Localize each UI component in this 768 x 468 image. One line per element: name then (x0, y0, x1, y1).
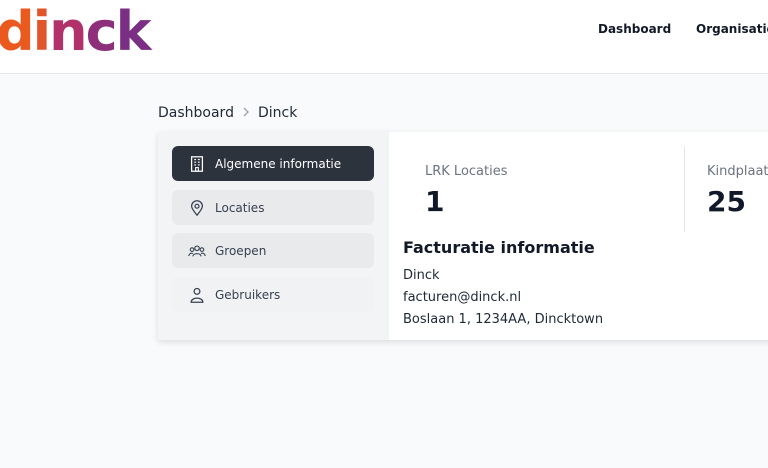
billing-address: Boslaan 1, 1234AA, Dincktown (403, 312, 604, 327)
billing-title: Facturatie informatie (403, 238, 595, 257)
breadcrumb-current: Dinck (257, 105, 298, 121)
stat-kindplaatsen: Kindplaat 25 (707, 164, 768, 218)
map-pin-icon (187, 198, 207, 218)
stat-label: LRK Locaties (425, 164, 508, 179)
nav-organisatie[interactable]: Organisatie (696, 22, 768, 36)
sidebar-item-groepen[interactable]: Groepen (172, 233, 374, 268)
logo-letter: k (115, 0, 152, 63)
billing-name: Dinck (403, 268, 440, 283)
sidebar-item-locaties[interactable]: Locaties (172, 190, 374, 225)
logo-letter: d (0, 0, 35, 63)
building-icon (187, 154, 207, 174)
billing-info: Facturatie informatie Dinck facturen@din… (403, 238, 603, 331)
user-icon (187, 285, 207, 305)
breadcrumb: Dashboard Dinck (158, 105, 297, 121)
logo-letter: i (32, 0, 51, 63)
sidebar-item-label: Gebruikers (215, 287, 281, 302)
top-navigation-bar: dinck Dashboard Organisatie (0, 0, 768, 74)
stat-value: 1 (425, 185, 445, 218)
sidebar-item-label: Groepen (215, 243, 267, 258)
stat-label: Kindplaat (707, 164, 768, 179)
organisation-card: Algemene informatie Locaties Groepen Geb… (158, 132, 768, 340)
nav-dashboard[interactable]: Dashboard (598, 22, 671, 36)
logo-letter: n (49, 0, 87, 63)
sidebar-item-label: Algemene informatie (215, 156, 342, 171)
sidebar: Algemene informatie Locaties Groepen Geb… (158, 132, 389, 340)
dinck-logo[interactable]: dinck (0, 0, 152, 63)
billing-email: facturen@dinck.nl (403, 290, 522, 305)
breadcrumb-dashboard[interactable]: Dashboard (158, 105, 234, 121)
users-group-icon (187, 241, 207, 261)
stat-lrk-locaties: LRK Locaties 1 (425, 164, 508, 218)
stat-divider (684, 146, 685, 232)
chevron-right-icon (242, 106, 250, 120)
sidebar-item-gebruikers[interactable]: Gebruikers (172, 277, 374, 312)
stat-value: 25 (707, 185, 746, 218)
sidebar-item-algemene-informatie[interactable]: Algemene informatie (172, 146, 374, 181)
sidebar-item-label: Locaties (215, 200, 265, 215)
logo-letter: c (85, 0, 118, 63)
